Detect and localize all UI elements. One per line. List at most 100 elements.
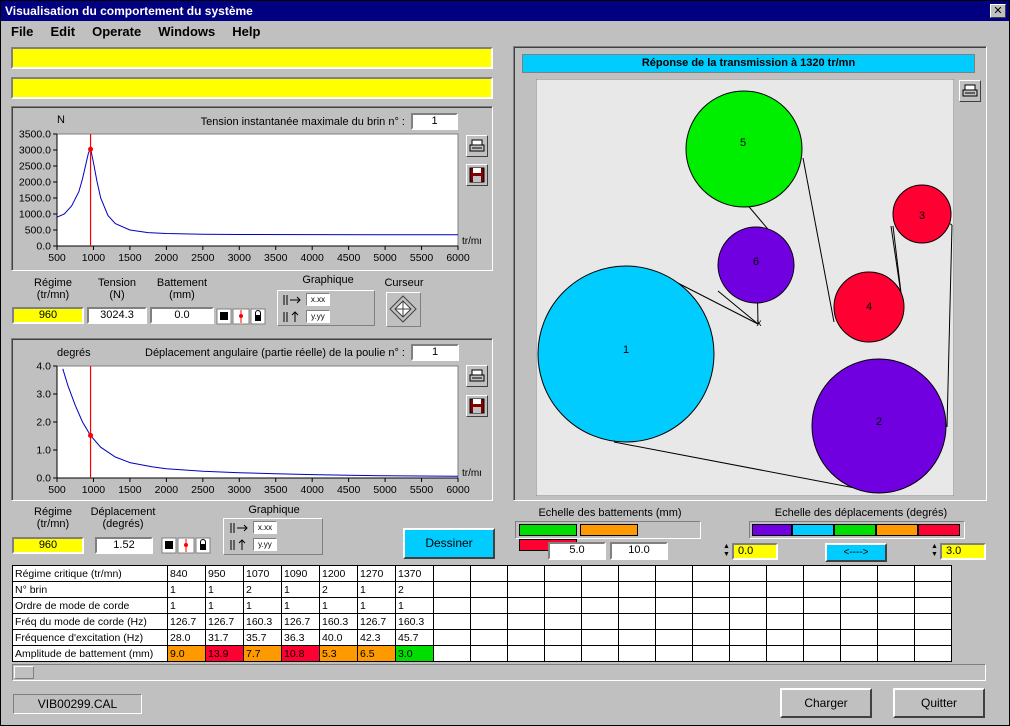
empty-cell[interactable] bbox=[877, 613, 915, 630]
table-cell[interactable]: 2 bbox=[395, 581, 434, 598]
empty-cell[interactable] bbox=[692, 581, 730, 598]
deplacements-max-field[interactable]: 3.0 bbox=[940, 543, 986, 560]
table-cell[interactable]: 1 bbox=[281, 581, 320, 598]
empty-cell[interactable] bbox=[766, 581, 804, 598]
cursor-move-button[interactable] bbox=[386, 292, 421, 327]
empty-cell[interactable] bbox=[914, 597, 952, 614]
empty-cell[interactable] bbox=[507, 597, 545, 614]
empty-cell[interactable] bbox=[507, 581, 545, 598]
empty-cell[interactable] bbox=[766, 629, 804, 646]
table-cell[interactable]: 1 bbox=[319, 597, 358, 614]
table-cell[interactable]: 1090 bbox=[281, 565, 320, 582]
displacement-chart[interactable]: 4.0 3.0 2.0 1.0 0.0500 1000 1500 2000 2500 3000 35… bbox=[11, 358, 481, 498]
table-cell[interactable]: 1 bbox=[167, 581, 206, 598]
table-cell[interactable]: 126.7 bbox=[357, 613, 396, 630]
empty-cell[interactable] bbox=[729, 597, 767, 614]
empty-cell[interactable] bbox=[544, 645, 582, 662]
empty-cell[interactable] bbox=[692, 565, 730, 582]
empty-cell[interactable] bbox=[655, 645, 693, 662]
empty-cell[interactable] bbox=[618, 565, 656, 582]
table-cell[interactable]: 1070 bbox=[243, 565, 282, 582]
battement-field[interactable]: 0.0 bbox=[150, 307, 214, 324]
table-cell[interactable]: 1 bbox=[395, 597, 434, 614]
empty-cell[interactable] bbox=[433, 629, 471, 646]
empty-cell[interactable] bbox=[803, 613, 841, 630]
empty-cell[interactable] bbox=[618, 597, 656, 614]
empty-cell[interactable] bbox=[581, 597, 619, 614]
empty-cell[interactable] bbox=[655, 613, 693, 630]
empty-cell[interactable] bbox=[692, 645, 730, 662]
empty-cell[interactable] bbox=[470, 645, 508, 662]
empty-cell[interactable] bbox=[803, 645, 841, 662]
table-cell[interactable]: 950 bbox=[205, 565, 244, 582]
empty-cell[interactable] bbox=[877, 645, 915, 662]
table-cell[interactable]: 40.0 bbox=[319, 629, 358, 646]
empty-cell[interactable] bbox=[729, 613, 767, 630]
empty-cell[interactable] bbox=[581, 581, 619, 598]
save-chart2-button[interactable] bbox=[466, 395, 488, 417]
empty-cell[interactable] bbox=[877, 597, 915, 614]
empty-cell[interactable] bbox=[655, 565, 693, 582]
empty-cell[interactable] bbox=[507, 645, 545, 662]
empty-cell[interactable] bbox=[840, 645, 878, 662]
empty-cell[interactable] bbox=[544, 629, 582, 646]
empty-cell[interactable] bbox=[803, 629, 841, 646]
empty-cell[interactable] bbox=[914, 629, 952, 646]
battements-min-field[interactable]: 5.0 bbox=[548, 542, 606, 560]
menu-file[interactable]: File bbox=[11, 22, 33, 39]
table-cell[interactable]: 160.3 bbox=[319, 613, 358, 630]
table-cell[interactable]: 126.7 bbox=[281, 613, 320, 630]
empty-cell[interactable] bbox=[840, 629, 878, 646]
table-cell[interactable]: 10.8 bbox=[281, 645, 320, 662]
empty-cell[interactable] bbox=[840, 581, 878, 598]
empty-cell[interactable] bbox=[766, 613, 804, 630]
y-format-control-1[interactable] bbox=[282, 310, 302, 327]
plot-area[interactable] bbox=[56, 133, 459, 247]
table-cell[interactable]: 3.0 bbox=[395, 645, 434, 662]
y-format-field-2[interactable]: y.yy bbox=[253, 538, 277, 551]
dessiner-button[interactable]: Dessiner bbox=[403, 528, 495, 559]
scroll-thumb[interactable] bbox=[14, 666, 34, 679]
empty-cell[interactable] bbox=[470, 565, 508, 582]
table-cell[interactable]: 28.0 bbox=[167, 629, 206, 646]
table-cell[interactable]: 6.5 bbox=[357, 645, 396, 662]
table-cell[interactable]: 1 bbox=[357, 597, 396, 614]
regime-field-2[interactable]: 960 bbox=[12, 537, 84, 554]
charger-button[interactable]: Charger bbox=[780, 688, 872, 718]
deplacements-min-field[interactable]: 0.0 bbox=[732, 543, 778, 560]
empty-cell[interactable] bbox=[544, 581, 582, 598]
table-cell[interactable]: 1 bbox=[167, 597, 206, 614]
table-cell[interactable]: 160.3 bbox=[395, 613, 434, 630]
table-cell[interactable]: 840 bbox=[167, 565, 206, 582]
table-cell[interactable]: 1 bbox=[243, 597, 282, 614]
table-cell[interactable]: 160.3 bbox=[243, 613, 282, 630]
x-format-field-2[interactable]: x.xx bbox=[253, 521, 277, 534]
empty-cell[interactable] bbox=[729, 581, 767, 598]
menu-edit[interactable]: Edit bbox=[50, 22, 75, 39]
plot-area[interactable] bbox=[56, 365, 459, 479]
menu-operate[interactable]: Operate bbox=[92, 22, 141, 39]
empty-cell[interactable] bbox=[840, 597, 878, 614]
empty-cell[interactable] bbox=[877, 565, 915, 582]
save-chart1-button[interactable] bbox=[466, 164, 488, 186]
empty-cell[interactable] bbox=[655, 597, 693, 614]
x-format-control-1[interactable] bbox=[282, 293, 302, 310]
empty-cell[interactable] bbox=[544, 613, 582, 630]
empty-cell[interactable] bbox=[914, 613, 952, 630]
empty-cell[interactable] bbox=[618, 629, 656, 646]
empty-cell[interactable] bbox=[803, 597, 841, 614]
table-cell[interactable]: 35.7 bbox=[243, 629, 282, 646]
empty-cell[interactable] bbox=[470, 581, 508, 598]
y-format-field-1[interactable]: y.yy bbox=[306, 310, 330, 323]
empty-cell[interactable] bbox=[803, 581, 841, 598]
table-cell[interactable]: 31.7 bbox=[205, 629, 244, 646]
scale-arrow-button[interactable]: <----> bbox=[825, 543, 887, 562]
empty-cell[interactable] bbox=[618, 581, 656, 598]
empty-cell[interactable] bbox=[803, 565, 841, 582]
menu-windows[interactable]: Windows bbox=[158, 22, 215, 39]
table-cell[interactable]: 36.3 bbox=[281, 629, 320, 646]
table-cell[interactable]: 1370 bbox=[395, 565, 434, 582]
empty-cell[interactable] bbox=[470, 597, 508, 614]
empty-cell[interactable] bbox=[766, 565, 804, 582]
print-diagram-button[interactable] bbox=[959, 80, 981, 102]
